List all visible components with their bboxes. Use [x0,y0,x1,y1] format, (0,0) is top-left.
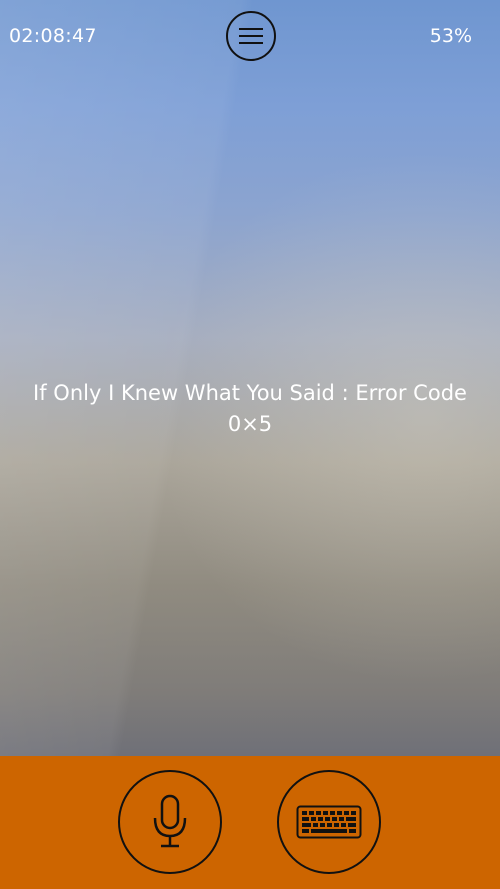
menu-button[interactable] [226,11,276,61]
error-message-line-1: If Only I Knew What You Said : Error Cod… [33,381,467,405]
battery-level: 53% [429,25,472,47]
status-bar: 02:08:47 53% [0,0,500,76]
error-message: If Only I Knew What You Said : Error Cod… [10,378,490,440]
keyboard-icon [296,805,362,839]
input-bar [0,756,500,889]
microphone-icon [153,794,187,848]
keyboard-button[interactable] [277,770,381,874]
hamburger-menu-icon [239,28,263,44]
app-screen: 02:08:47 53% If Only I Knew What You Sai… [0,0,500,889]
microphone-button[interactable] [118,770,222,874]
error-message-line-2: 0×5 [227,412,273,436]
clock-time: 02:08:47 [9,25,97,47]
